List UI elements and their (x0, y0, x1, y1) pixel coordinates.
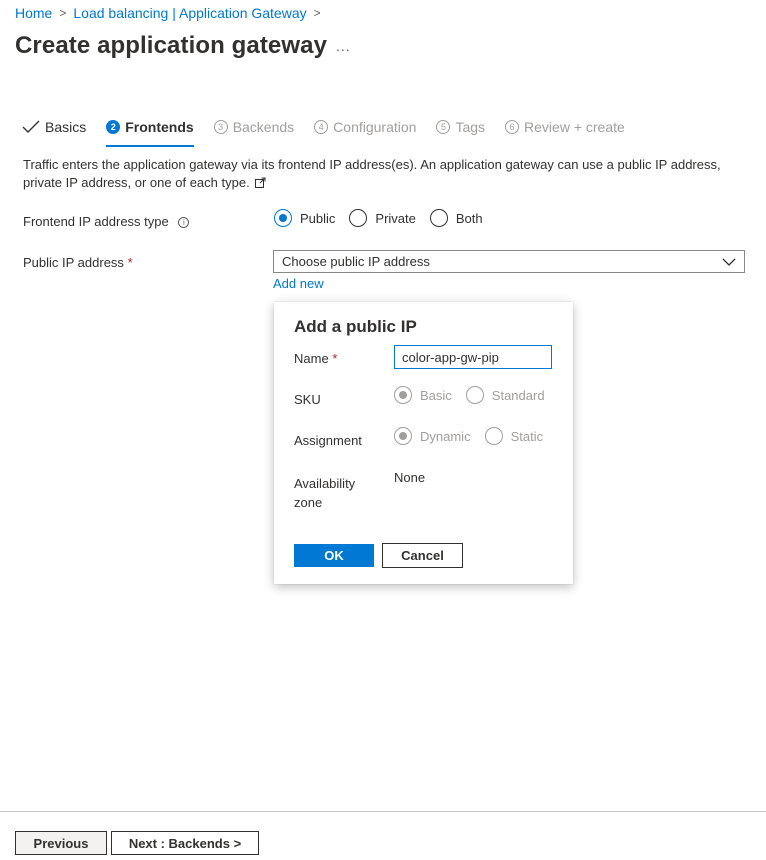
assignment-label: Assignment (294, 433, 362, 448)
required-marker: * (127, 255, 133, 270)
sku-basic-label: Basic (420, 387, 452, 403)
breadcrumb: Home > Load balancing | Application Gate… (15, 5, 328, 21)
add-public-ip-dialog: Add a public IP Name * color-app-gw-pip … (274, 302, 573, 584)
ip-type-label-text: Frontend IP address type (23, 214, 169, 229)
more-options-button[interactable]: ... (336, 38, 351, 54)
tab-review-create[interactable]: 6 Review + create (505, 116, 625, 138)
tab-backends[interactable]: 3 Backends (213, 116, 295, 138)
availability-zone-label: Availability zone (294, 474, 355, 512)
breadcrumb-parent-link[interactable]: Load balancing | Application Gateway (73, 5, 306, 21)
step-number-badge: 4 (314, 120, 329, 134)
description-text: Traffic enters the application gateway v… (23, 157, 721, 190)
tab-label: Frontends (125, 119, 194, 135)
next-backends-button[interactable]: Next : Backends > (111, 831, 259, 855)
cancel-button[interactable]: Cancel (382, 543, 463, 568)
private-radio[interactable] (349, 209, 368, 227)
tab-frontends[interactable]: 2 Frontends (106, 116, 195, 147)
breadcrumb-separator: > (59, 6, 67, 20)
step-number-badge: 5 (436, 120, 451, 134)
step-number-badge: 2 (106, 120, 121, 134)
info-icon[interactable]: i (178, 217, 190, 229)
tab-label: Review + create (524, 119, 625, 135)
public-ip-label-text: Public IP address (23, 255, 124, 270)
sku-standard-radio[interactable] (465, 386, 484, 404)
assignment-dynamic-label: Dynamic (420, 428, 471, 444)
external-link-icon[interactable] (255, 177, 266, 188)
assignment-dynamic-radio[interactable] (394, 427, 412, 445)
availability-zone-label-line2: zone (294, 495, 323, 510)
tab-label: Configuration (333, 119, 417, 135)
public-ip-label: Public IP address * (23, 255, 133, 270)
dialog-name-label: Name * (294, 351, 337, 366)
chevron-down-icon (722, 258, 736, 266)
public-ip-dropdown[interactable]: Choose public IP address (273, 250, 745, 273)
dialog-title: Add a public IP (294, 317, 417, 336)
assignment-radio-group: Dynamic Static (394, 427, 557, 445)
step-number-badge: 6 (505, 120, 520, 134)
add-new-link[interactable]: Add new (273, 276, 324, 291)
assignment-static-radio[interactable] (484, 427, 503, 445)
ip-type-label: Frontend IP address type i (23, 214, 190, 229)
assignment-static-label: Static (510, 428, 544, 444)
tab-label: Tags (455, 119, 486, 135)
ok-button[interactable]: OK (294, 544, 374, 567)
public-ip-dropdown-placeholder: Choose public IP address (282, 254, 430, 269)
dialog-name-label-text: Name (294, 351, 329, 366)
previous-button[interactable]: Previous (15, 831, 107, 855)
tab-label: Basics (45, 119, 87, 135)
page-title: Create application gateway (15, 32, 328, 59)
public-radio-label: Public (300, 210, 336, 226)
private-radio-label: Private (375, 210, 416, 226)
availability-zone-value: None (394, 470, 426, 485)
wizard-tabs: Basics 2 Frontends 3 Backends 4 Configur… (22, 116, 645, 147)
check-icon (22, 120, 40, 133)
breadcrumb-home-link[interactable]: Home (15, 5, 52, 21)
ip-type-radio-group: Public Private Both (274, 209, 497, 227)
tab-tags[interactable]: 5 Tags (436, 116, 485, 138)
tab-configuration[interactable]: 4 Configuration (314, 116, 416, 138)
both-radio-label: Both (455, 210, 483, 226)
sku-basic-radio[interactable] (394, 386, 412, 404)
public-ip-name-input[interactable]: color-app-gw-pip (394, 345, 552, 369)
frontend-description: Traffic enters the application gateway v… (23, 156, 743, 192)
availability-zone-label-line1: Availability (294, 476, 356, 491)
sku-radio-group: Basic Standard (394, 386, 559, 404)
public-radio[interactable] (274, 209, 292, 227)
both-radio[interactable] (429, 209, 448, 227)
required-marker: * (332, 351, 338, 366)
breadcrumb-separator: > (313, 6, 321, 20)
step-number-badge: 3 (213, 120, 228, 134)
sku-standard-label: Standard (491, 387, 545, 403)
sku-label: SKU (294, 392, 321, 407)
tab-basics[interactable]: Basics (22, 116, 86, 138)
footer-divider (0, 811, 766, 812)
tab-label: Backends (232, 119, 295, 135)
